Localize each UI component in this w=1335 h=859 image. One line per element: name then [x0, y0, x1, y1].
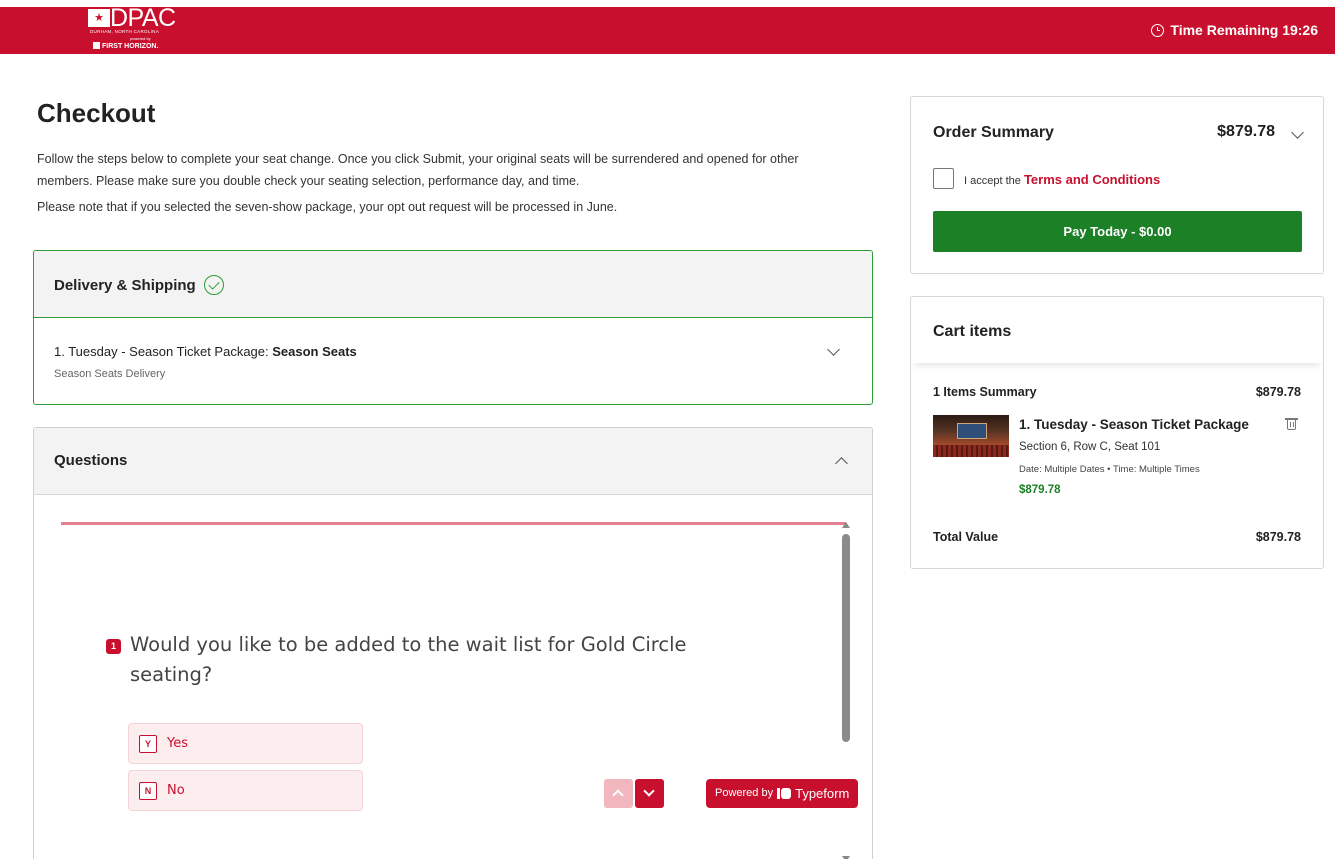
trash-icon[interactable]	[1285, 418, 1298, 430]
logo-powered: powered by	[130, 36, 151, 41]
powered-by-text: Powered by	[715, 787, 774, 799]
top-bar: ★ DPAC DURHAM, NORTH CAROLINA powered by…	[0, 4, 1335, 54]
next-question-button[interactable]	[635, 779, 664, 808]
logo-location: DURHAM, NORTH CAROLINA	[90, 29, 160, 34]
powered-by-typeform-button[interactable]: Powered by Typeform	[706, 779, 859, 808]
clock-icon	[1151, 23, 1165, 37]
delivery-item-prefix: 1. Tuesday - Season Ticket Package:	[54, 344, 273, 359]
items-summary-value: $879.78	[1255, 385, 1301, 399]
pay-today-button[interactable]: Pay Today - $0.00	[933, 211, 1302, 252]
star-icon: ★	[88, 9, 110, 27]
chevron-down-icon	[643, 785, 655, 797]
previous-question-button[interactable]	[604, 779, 633, 808]
logo-sponsor-text: FIRST HORIZON.	[102, 43, 159, 50]
typeform-progress-bar	[61, 522, 846, 525]
chevron-up-icon[interactable]	[835, 457, 848, 470]
order-summary-title: Order Summary	[933, 124, 1054, 141]
cart-item-name: 1. Tuesday - Season Ticket Package	[1019, 417, 1249, 432]
time-remaining-text: Time Remaining 19:26	[1170, 22, 1318, 38]
terms-prefix: I accept the	[964, 175, 1024, 187]
choice-key-n: N	[139, 781, 157, 800]
terms-checkbox[interactable]	[933, 168, 954, 189]
typeform-embed: 1 Would you like to be added to the wait…	[61, 522, 859, 859]
dpac-logo[interactable]: ★ DPAC DURHAM, NORTH CAROLINA powered by…	[88, 4, 188, 54]
question-number-badge: 1	[106, 639, 121, 654]
choice-yes[interactable]: Y Yes	[128, 723, 363, 764]
theater-thumbnail	[933, 415, 1009, 457]
choice-label-no: No	[167, 783, 185, 798]
checkout-note: Please note that if you selected the sev…	[37, 200, 618, 214]
delivery-item-bold: Season Seats	[272, 344, 357, 359]
total-value-label: Total Value	[933, 530, 999, 544]
choice-key-y: Y	[139, 734, 157, 753]
choice-label-yes: Yes	[167, 736, 188, 751]
check-circle-icon	[203, 275, 224, 295]
items-summary-label: 1 Items Summary	[933, 385, 1037, 399]
delivery-shipping-title-text: Delivery & Shipping	[54, 276, 196, 294]
scroll-up-arrow-icon[interactable]	[842, 522, 850, 528]
chevron-down-icon[interactable]	[1291, 126, 1304, 139]
delivery-shipping-title: Delivery & Shipping	[54, 275, 224, 295]
time-remaining: Time Remaining 19:26	[1151, 22, 1318, 38]
terms-label: I accept the Terms and Conditions	[964, 172, 1160, 187]
chevron-up-icon	[612, 789, 624, 801]
cart-items-header: Cart items	[911, 297, 1323, 363]
terms-and-conditions-link[interactable]: Terms and Conditions	[1024, 172, 1160, 187]
logo-wordmark: DPAC	[110, 4, 176, 32]
order-summary-card: Order Summary $879.78 I accept the Terms…	[910, 96, 1324, 274]
questions-panel: Questions 1 Would you like to be added t…	[33, 427, 873, 859]
total-value-amount: $879.78	[1255, 530, 1301, 544]
choice-no[interactable]: N No	[128, 770, 363, 811]
cart-items-title: Cart items	[933, 323, 1012, 340]
delivery-item-method: Season Seats Delivery	[54, 368, 166, 380]
checkout-intro: Follow the steps below to complete your …	[37, 152, 799, 188]
first-horizon-icon	[93, 42, 100, 49]
typeform-navigation	[604, 779, 664, 808]
cart-items-card: Cart items 1 Items Summary $879.78 1. Tu…	[910, 296, 1324, 569]
questions-header[interactable]: Questions	[34, 428, 872, 495]
cart-item-seat: Section 6, Row C, Seat 101	[1019, 441, 1161, 453]
scrollbar-thumb[interactable]	[842, 534, 850, 742]
logo-sponsor: FIRST HORIZON.	[93, 42, 158, 50]
delivery-shipping-header: Delivery & Shipping	[34, 251, 872, 318]
typeform-icon	[777, 788, 792, 799]
delivery-item[interactable]: 1. Tuesday - Season Ticket Package: Seas…	[54, 344, 357, 359]
questions-title: Questions	[54, 452, 128, 469]
cart-item-date: Date: Multiple Dates • Time: Multiple Ti…	[1019, 464, 1200, 475]
typeform-brand: Typeform	[795, 786, 850, 801]
chevron-down-icon[interactable]	[827, 343, 840, 356]
cart-item-price: $879.78	[1019, 484, 1061, 496]
page-title: Checkout	[37, 98, 156, 128]
delivery-shipping-panel: Delivery & Shipping 1. Tuesday - Season …	[33, 250, 873, 405]
question-text: Would you like to be added to the wait l…	[130, 633, 687, 686]
order-summary-amount: $879.78	[1217, 123, 1275, 140]
